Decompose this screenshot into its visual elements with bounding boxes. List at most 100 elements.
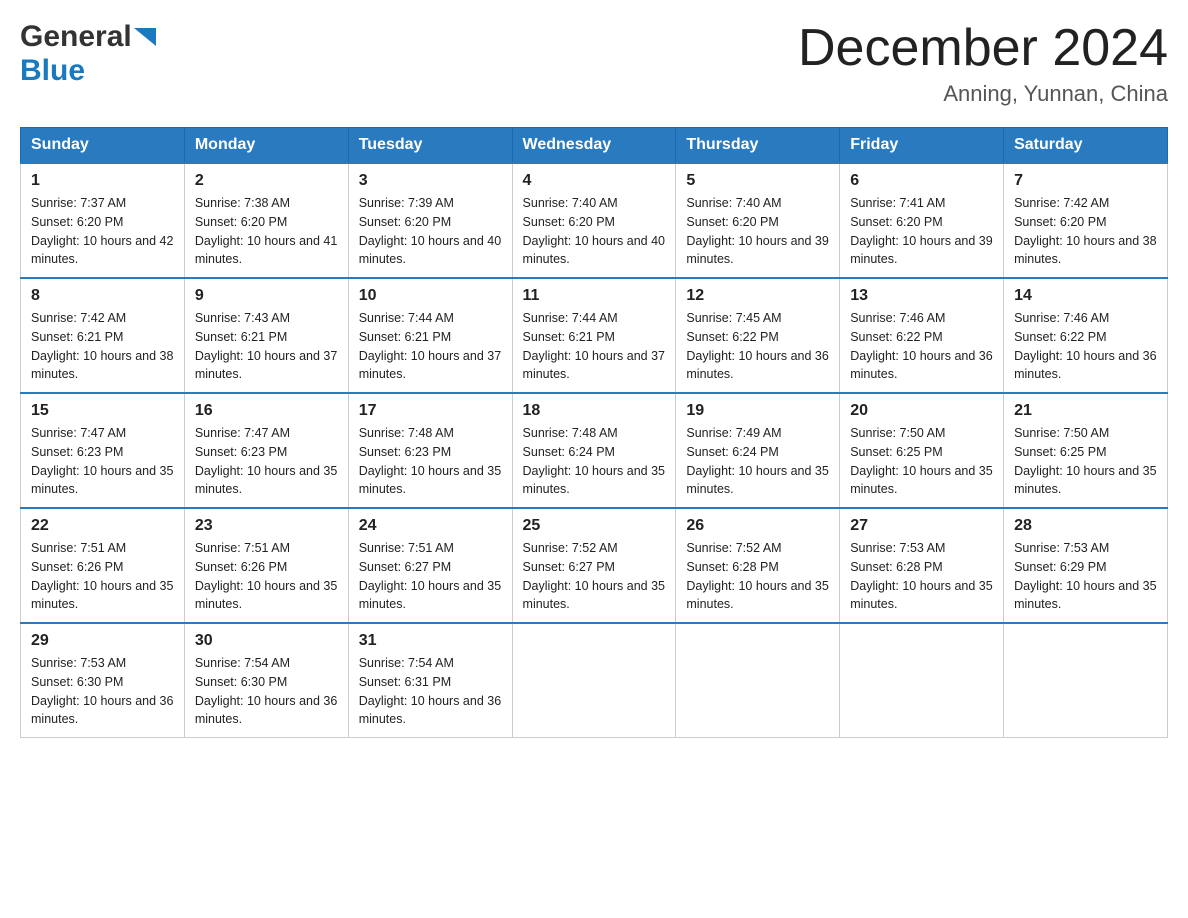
calendar-cell: 21 Sunrise: 7:50 AMSunset: 6:25 PMDayligh… (1004, 393, 1168, 508)
calendar-cell: 10 Sunrise: 7:44 AMSunset: 6:21 PMDayligh… (348, 278, 512, 393)
weekday-header-saturday: Saturday (1004, 128, 1168, 164)
calendar-cell: 1 Sunrise: 7:37 AMSunset: 6:20 PMDaylight… (21, 163, 185, 278)
day-number: 26 (686, 517, 829, 535)
day-info: Sunrise: 7:50 AMSunset: 6:25 PMDaylight:… (850, 424, 993, 499)
logo: General Blue (20, 20, 156, 88)
day-info: Sunrise: 7:45 AMSunset: 6:22 PMDaylight:… (686, 309, 829, 384)
calendar-cell: 12 Sunrise: 7:45 AMSunset: 6:22 PMDayligh… (676, 278, 840, 393)
day-info: Sunrise: 7:52 AMSunset: 6:28 PMDaylight:… (686, 539, 829, 614)
calendar-cell: 9 Sunrise: 7:43 AMSunset: 6:21 PMDaylight… (184, 278, 348, 393)
day-info: Sunrise: 7:42 AMSunset: 6:20 PMDaylight:… (1014, 194, 1157, 269)
calendar-week-row: 29Sunrise: 7:53 AMSunset: 6:30 PMDayligh… (21, 623, 1168, 738)
day-info: Sunrise: 7:52 AMSunset: 6:27 PMDaylight:… (523, 539, 666, 614)
calendar-cell: 15Sunrise: 7:47 AMSunset: 6:23 PMDayligh… (21, 393, 185, 508)
calendar-cell: 23 Sunrise: 7:51 AMSunset: 6:26 PMDayligh… (184, 508, 348, 623)
calendar-header: SundayMondayTuesdayWednesdayThursdayFrid… (21, 128, 1168, 164)
day-number: 13 (850, 287, 993, 305)
calendar-cell: 26 Sunrise: 7:52 AMSunset: 6:28 PMDayligh… (676, 508, 840, 623)
calendar-cell: 27Sunrise: 7:53 AMSunset: 6:28 PMDayligh… (840, 508, 1004, 623)
day-number: 11 (523, 287, 666, 305)
day-info: Sunrise: 7:53 AMSunset: 6:29 PMDaylight:… (1014, 539, 1157, 614)
weekday-header-sunday: Sunday (21, 128, 185, 164)
day-info: Sunrise: 7:54 AMSunset: 6:31 PMDaylight:… (359, 654, 502, 729)
day-number: 23 (195, 517, 338, 535)
weekday-header-friday: Friday (840, 128, 1004, 164)
calendar-cell: 18 Sunrise: 7:48 AMSunset: 6:24 PMDayligh… (512, 393, 676, 508)
calendar-cell: 8Sunrise: 7:42 AMSunset: 6:21 PMDaylight… (21, 278, 185, 393)
day-info: Sunrise: 7:50 AMSunset: 6:25 PMDaylight:… (1014, 424, 1157, 499)
calendar-cell: 20 Sunrise: 7:50 AMSunset: 6:25 PMDayligh… (840, 393, 1004, 508)
day-info: Sunrise: 7:44 AMSunset: 6:21 PMDaylight:… (523, 309, 666, 384)
day-number: 22 (31, 517, 174, 535)
calendar-week-row: 22 Sunrise: 7:51 AMSunset: 6:26 PMDayligh… (21, 508, 1168, 623)
day-info: Sunrise: 7:42 AMSunset: 6:21 PMDaylight:… (31, 309, 174, 384)
calendar-week-row: 8Sunrise: 7:42 AMSunset: 6:21 PMDaylight… (21, 278, 1168, 393)
logo-general-line: General (20, 20, 156, 54)
day-info: Sunrise: 7:49 AMSunset: 6:24 PMDaylight:… (686, 424, 829, 499)
day-info: Sunrise: 7:37 AMSunset: 6:20 PMDaylight:… (31, 194, 174, 269)
calendar-cell: 2 Sunrise: 7:38 AMSunset: 6:20 PMDaylight… (184, 163, 348, 278)
day-info: Sunrise: 7:47 AMSunset: 6:23 PMDaylight:… (195, 424, 338, 499)
day-number: 7 (1014, 172, 1157, 190)
day-number: 20 (850, 402, 993, 420)
day-info: Sunrise: 7:51 AMSunset: 6:27 PMDaylight:… (359, 539, 502, 614)
day-info: Sunrise: 7:38 AMSunset: 6:20 PMDaylight:… (195, 194, 338, 269)
calendar-cell: 7 Sunrise: 7:42 AMSunset: 6:20 PMDaylight… (1004, 163, 1168, 278)
day-number: 12 (686, 287, 829, 305)
day-number: 18 (523, 402, 666, 420)
calendar-cell (840, 623, 1004, 738)
calendar-cell: 19 Sunrise: 7:49 AMSunset: 6:24 PMDayligh… (676, 393, 840, 508)
calendar-cell: 5 Sunrise: 7:40 AMSunset: 6:20 PMDaylight… (676, 163, 840, 278)
day-number: 25 (523, 517, 666, 535)
day-info: Sunrise: 7:39 AMSunset: 6:20 PMDaylight:… (359, 194, 502, 269)
day-number: 30 (195, 632, 338, 650)
calendar-cell: 22Sunrise: 7:51 AMSunset: 6:26 PMDayligh… (21, 508, 185, 623)
calendar-week-row: 15Sunrise: 7:47 AMSunset: 6:23 PMDayligh… (21, 393, 1168, 508)
day-info: Sunrise: 7:51 AMSunset: 6:26 PMDaylight:… (195, 539, 338, 614)
day-info: Sunrise: 7:46 AMSunset: 6:22 PMDaylight:… (850, 309, 993, 384)
calendar-cell: 16Sunrise: 7:47 AMSunset: 6:23 PMDayligh… (184, 393, 348, 508)
day-number: 17 (359, 402, 502, 420)
title-block: December 2024 Anning, Yunnan, China (798, 20, 1168, 107)
day-number: 24 (359, 517, 502, 535)
weekday-header-row: SundayMondayTuesdayWednesdayThursdayFrid… (21, 128, 1168, 164)
day-info: Sunrise: 7:41 AMSunset: 6:20 PMDaylight:… (850, 194, 993, 269)
calendar-cell (512, 623, 676, 738)
day-number: 4 (523, 172, 666, 190)
weekday-header-monday: Monday (184, 128, 348, 164)
logo-general-text: General (20, 20, 132, 54)
day-info: Sunrise: 7:43 AMSunset: 6:21 PMDaylight:… (195, 309, 338, 384)
calendar-cell: 4 Sunrise: 7:40 AMSunset: 6:20 PMDaylight… (512, 163, 676, 278)
calendar-cell (676, 623, 840, 738)
day-info: Sunrise: 7:48 AMSunset: 6:23 PMDaylight:… (359, 424, 502, 499)
day-number: 3 (359, 172, 502, 190)
calendar-table: SundayMondayTuesdayWednesdayThursdayFrid… (20, 127, 1168, 738)
calendar-cell: 30 Sunrise: 7:54 AMSunset: 6:30 PMDayligh… (184, 623, 348, 738)
calendar-cell (1004, 623, 1168, 738)
month-year-heading: December 2024 (798, 20, 1168, 77)
day-info: Sunrise: 7:40 AMSunset: 6:20 PMDaylight:… (523, 194, 666, 269)
calendar-cell: 11 Sunrise: 7:44 AMSunset: 6:21 PMDayligh… (512, 278, 676, 393)
day-number: 1 (31, 172, 174, 190)
day-number: 10 (359, 287, 502, 305)
day-number: 2 (195, 172, 338, 190)
day-info: Sunrise: 7:48 AMSunset: 6:24 PMDaylight:… (523, 424, 666, 499)
day-number: 9 (195, 287, 338, 305)
day-info: Sunrise: 7:53 AMSunset: 6:30 PMDaylight:… (31, 654, 174, 729)
calendar-cell: 31Sunrise: 7:54 AMSunset: 6:31 PMDayligh… (348, 623, 512, 738)
weekday-header-tuesday: Tuesday (348, 128, 512, 164)
day-number: 19 (686, 402, 829, 420)
logo-blue-line: Blue (20, 54, 85, 88)
day-number: 21 (1014, 402, 1157, 420)
day-info: Sunrise: 7:46 AMSunset: 6:22 PMDaylight:… (1014, 309, 1157, 384)
calendar-cell: 6Sunrise: 7:41 AMSunset: 6:20 PMDaylight… (840, 163, 1004, 278)
page-header: General Blue December 2024 Anning, Yunna… (20, 20, 1168, 107)
day-info: Sunrise: 7:44 AMSunset: 6:21 PMDaylight:… (359, 309, 502, 384)
day-number: 14 (1014, 287, 1157, 305)
calendar-cell: 3 Sunrise: 7:39 AMSunset: 6:20 PMDaylight… (348, 163, 512, 278)
day-number: 5 (686, 172, 829, 190)
calendar-week-row: 1 Sunrise: 7:37 AMSunset: 6:20 PMDaylight… (21, 163, 1168, 278)
day-info: Sunrise: 7:54 AMSunset: 6:30 PMDaylight:… (195, 654, 338, 729)
calendar-body: 1 Sunrise: 7:37 AMSunset: 6:20 PMDaylight… (21, 163, 1168, 738)
day-info: Sunrise: 7:40 AMSunset: 6:20 PMDaylight:… (686, 194, 829, 269)
